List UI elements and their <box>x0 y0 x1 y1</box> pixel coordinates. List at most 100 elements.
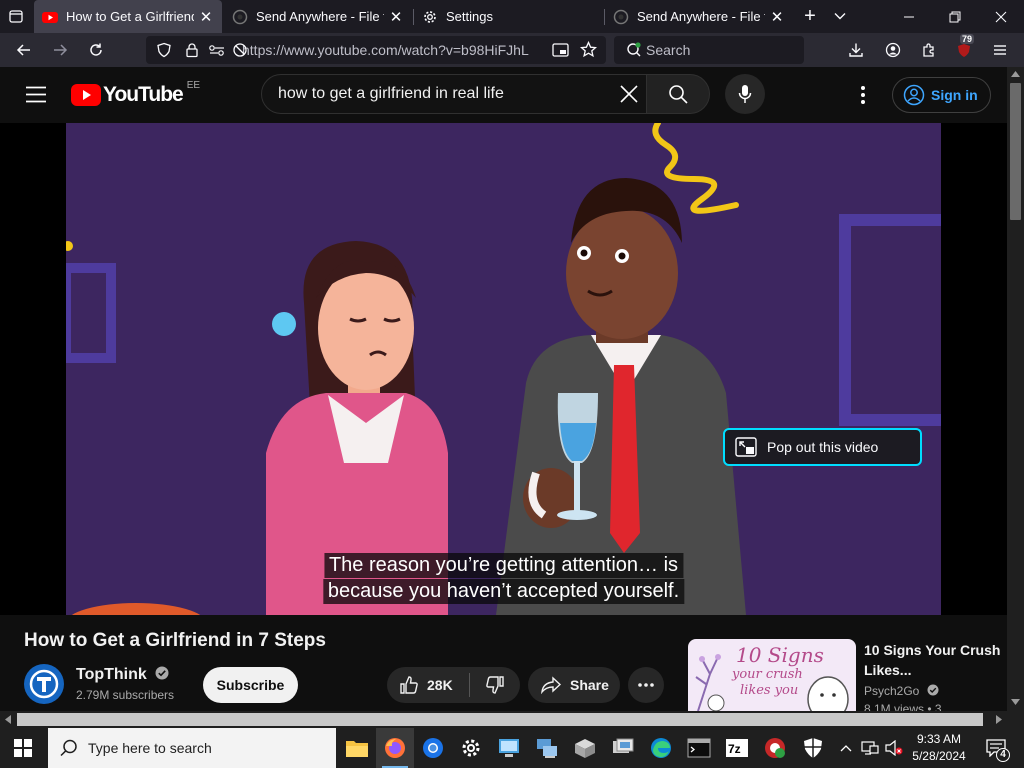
like-button[interactable]: 28K <box>387 667 469 703</box>
subscriber-count: 2.79M subscribers <box>76 688 175 702</box>
microphone-icon <box>738 85 752 103</box>
control-panel-icon[interactable] <box>490 728 528 768</box>
recommendation-channel: Psych2Go <box>864 684 939 698</box>
ublock-extension-icon[interactable]: 79 <box>950 34 978 63</box>
package-icon[interactable] <box>566 728 604 768</box>
clock-time: 9:33 AM <box>916 732 962 746</box>
user-avatar-icon <box>903 84 925 106</box>
permissions-icon[interactable] <box>208 42 226 58</box>
security-app-icon[interactable] <box>756 728 794 768</box>
terminal-icon[interactable] <box>680 728 718 768</box>
share-button[interactable]: Share <box>528 667 620 703</box>
vertical-scrollbar[interactable] <box>1007 67 1024 711</box>
thumbnail-title-small-1: your crush <box>732 667 803 682</box>
edge-browser-icon[interactable] <box>642 728 680 768</box>
subscribe-button[interactable]: Subscribe <box>203 667 298 703</box>
channel-name[interactable]: TopThink <box>76 666 169 684</box>
pop-out-label: Pop out this video <box>767 439 879 455</box>
tab-close-icon[interactable]: ✕ <box>198 8 214 26</box>
guide-menu-icon[interactable] <box>26 86 46 108</box>
topthink-logo-icon <box>29 669 59 699</box>
close-window-button[interactable] <box>978 0 1024 33</box>
tab-title: How to Get a Girlfriend in 7 Steps <box>66 9 194 24</box>
file-explorer-icon[interactable] <box>338 728 376 768</box>
notification-center-icon[interactable]: 4 <box>978 728 1014 768</box>
picture-in-picture-icon[interactable] <box>552 42 569 58</box>
pop-out-video-button[interactable]: Pop out this video <box>723 428 922 466</box>
dislike-button[interactable] <box>470 667 520 703</box>
forward-button[interactable] <box>46 37 74 63</box>
tab-overflow-chevron-icon[interactable] <box>826 3 854 29</box>
video-player[interactable]: The reason you’re getting attention… is … <box>0 123 1007 615</box>
thumbs-up-icon <box>400 676 418 694</box>
browser-search-box[interactable]: Search <box>614 36 804 64</box>
clear-search-icon[interactable] <box>620 85 638 103</box>
minimize-button[interactable] <box>886 0 932 33</box>
back-button[interactable] <box>10 37 38 63</box>
clock-date: 5/28/2024 <box>912 749 966 763</box>
youtube-search-button[interactable] <box>646 74 710 114</box>
send-anywhere-icon <box>232 9 248 24</box>
share-arrow-icon <box>541 676 562 694</box>
settings-more-icon[interactable] <box>860 85 866 110</box>
volume-muted-icon[interactable] <box>882 728 906 768</box>
windows-defender-icon[interactable] <box>794 728 832 768</box>
youtube-logo[interactable]: YouTube EE <box>71 79 201 107</box>
network-computer-icon[interactable] <box>528 728 566 768</box>
tab-close-icon[interactable]: ✕ <box>769 8 785 26</box>
downloads-icon[interactable] <box>842 37 870 63</box>
firefox-icon[interactable] <box>376 728 414 768</box>
tab-send-anywhere-2[interactable]: Send Anywhere - File transfer ✕ <box>605 0 793 33</box>
send-anywhere-icon <box>613 9 629 24</box>
tab-send-anywhere[interactable]: Send Anywhere - File transfer ✕ <box>224 0 412 33</box>
7zip-icon[interactable]: 7z <box>718 728 756 768</box>
reload-button[interactable] <box>82 37 110 63</box>
scroll-left-arrow-icon[interactable] <box>5 715 11 724</box>
extensions-icon[interactable] <box>915 37 943 63</box>
system-clock[interactable]: 9:33 AM 5/28/2024 <box>906 731 972 765</box>
video-frame[interactable]: The reason you’re getting attention… is … <box>66 123 941 615</box>
taskbar-search-box[interactable]: Type here to search <box>48 728 336 768</box>
scroll-right-arrow-icon[interactable] <box>996 715 1002 724</box>
tab-settings[interactable]: Settings <box>414 0 604 33</box>
account-icon[interactable] <box>879 37 907 63</box>
caption-line-2: because you haven’t accepted yourself. <box>322 579 685 604</box>
horizontal-scroll-thumb[interactable] <box>17 713 983 726</box>
recommendation-title[interactable]: 10 Signs Your Crush Likes... <box>864 640 1004 680</box>
video-title: How to Get a Girlfriend in 7 Steps <box>24 630 326 651</box>
start-button[interactable] <box>4 728 42 768</box>
menu-hamburger-icon[interactable] <box>986 37 1014 63</box>
recommendation-channel-text: Psych2Go <box>864 684 920 698</box>
tab-youtube[interactable]: How to Get a Girlfriend in 7 Steps ✕ <box>34 0 222 33</box>
horizontal-scrollbar[interactable] <box>0 711 1024 728</box>
more-actions-button[interactable] <box>628 667 664 703</box>
tab-title: Send Anywhere - File transfer <box>637 9 765 24</box>
youtube-search-input[interactable]: how to get a girlfriend in real life <box>261 74 647 114</box>
recommendation-thumbnail[interactable]: 10 Signs your crush likes you <box>688 639 856 711</box>
vertical-scroll-thumb[interactable] <box>1010 83 1021 220</box>
show-hidden-icons-chevron-icon[interactable] <box>836 728 856 768</box>
voice-search-button[interactable] <box>725 74 765 114</box>
device-manager-icon[interactable] <box>604 728 642 768</box>
svg-text:7z: 7z <box>728 742 741 756</box>
restore-button[interactable] <box>932 0 978 33</box>
lock-icon[interactable] <box>184 42 200 58</box>
verified-icon <box>155 666 169 680</box>
tab-close-icon[interactable]: ✕ <box>388 8 404 26</box>
channel-avatar[interactable] <box>24 664 64 704</box>
settings-gear-icon[interactable] <box>452 728 490 768</box>
scroll-down-arrow-icon[interactable] <box>1011 699 1020 705</box>
bookmark-star-icon[interactable] <box>580 41 597 58</box>
new-tab-button[interactable]: + <box>796 3 824 29</box>
sign-in-button[interactable]: Sign in <box>892 77 991 113</box>
address-bar[interactable]: https://www.youtube.com/watch?v=b98HiFJh… <box>146 36 606 64</box>
scroll-up-arrow-icon[interactable] <box>1011 71 1020 77</box>
shield-icon[interactable] <box>156 42 172 58</box>
share-label: Share <box>570 677 609 693</box>
country-code: EE <box>186 79 201 91</box>
video-details: How to Get a Girlfriend in 7 Steps TopTh… <box>0 615 1007 716</box>
chrome-like-browser-icon[interactable] <box>414 728 452 768</box>
tracking-blocked-icon[interactable] <box>232 42 248 58</box>
tab-list-icon[interactable] <box>2 3 30 29</box>
network-status-icon[interactable] <box>858 728 882 768</box>
